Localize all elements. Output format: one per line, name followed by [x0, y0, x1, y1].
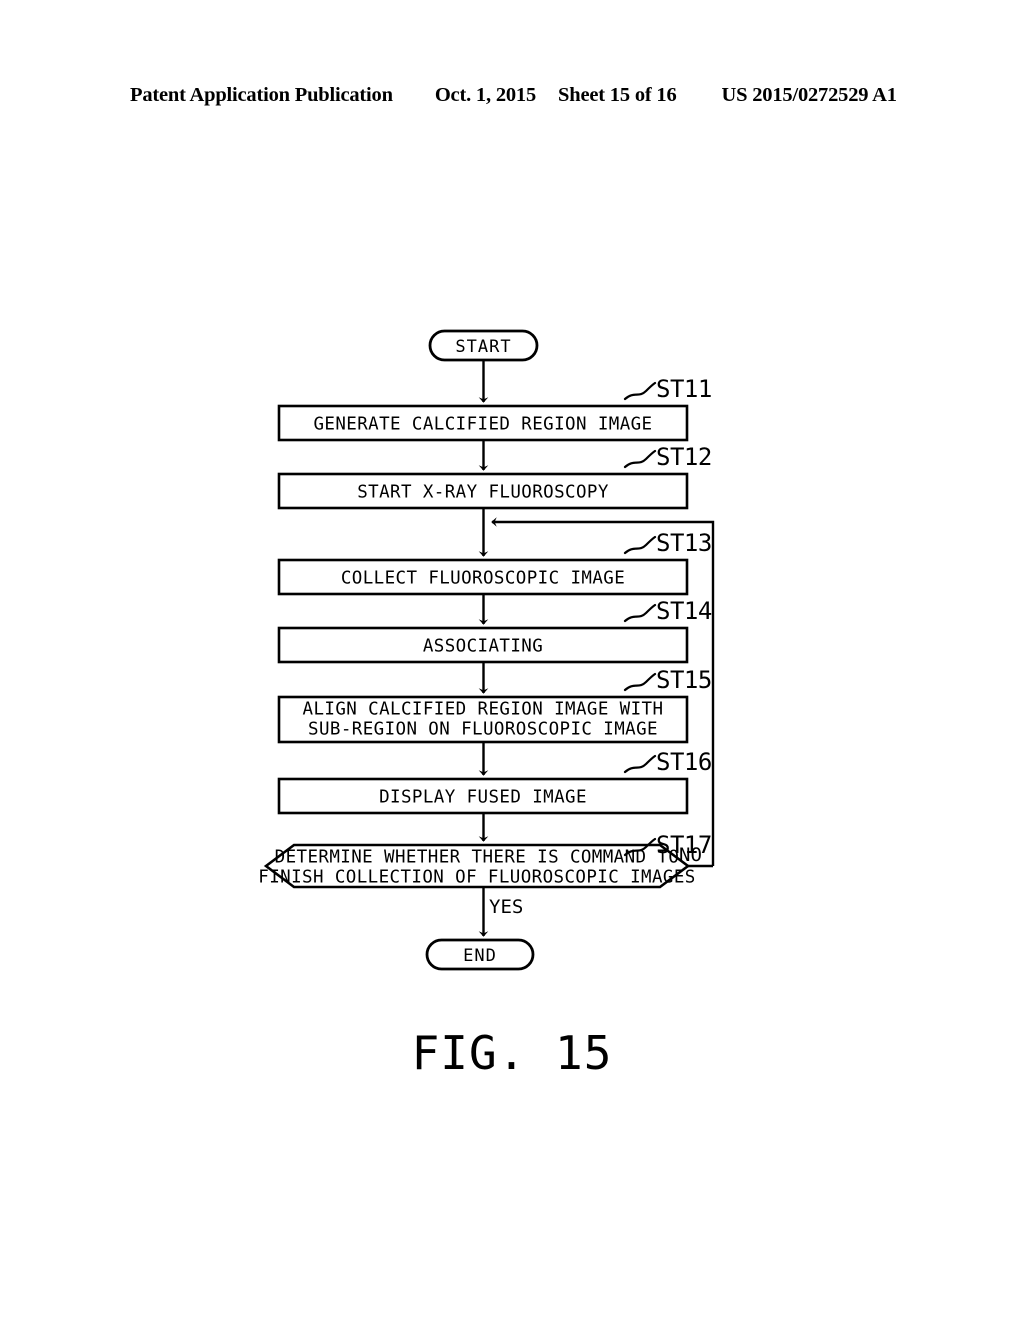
node-st17-label-line2: FINISH COLLECTION OF FLUOROSCOPIC IMAGES: [258, 868, 695, 888]
ref-label-st13: ST13: [656, 529, 712, 557]
ref-leader-st11: ST11: [623, 375, 712, 403]
ref-label-st16: ST16: [656, 748, 712, 776]
node-end: END: [425, 938, 535, 971]
branch-label-yes: YES: [489, 896, 523, 918]
ref-leader-st15: ST15: [623, 666, 712, 694]
ref-leader-st14: ST14: [623, 597, 712, 625]
node-st16: DISPLAY FUSED IMAGE: [277, 777, 689, 815]
node-st12: START X-RAY FLUOROSCOPY: [277, 472, 689, 510]
node-st15-label-line1: ALIGN CALCIFIED REGION IMAGE WITH: [303, 700, 664, 720]
node-st16-label: DISPLAY FUSED IMAGE: [379, 788, 587, 808]
ref-label-st14: ST14: [656, 597, 712, 625]
figure-caption: FIG. 15: [412, 1026, 613, 1080]
branch-label-no: NO: [679, 844, 702, 866]
flowchart-canvas: START GENERATE CALCIFIED REGION IMAGE ST…: [0, 0, 1024, 1320]
node-st12-label: START X-RAY FLUOROSCOPY: [357, 483, 609, 503]
node-start: START: [428, 329, 539, 362]
node-st11: GENERATE CALCIFIED REGION IMAGE: [277, 404, 689, 442]
node-st17-label-line1: DETERMINE WHETHER THERE IS COMMAND TO: [275, 848, 680, 868]
ref-leader-st13: ST13: [623, 529, 712, 557]
ref-label-st11: ST11: [656, 375, 712, 403]
node-end-label: END: [463, 946, 497, 966]
node-st13-label: COLLECT FLUOROSCOPIC IMAGE: [341, 569, 625, 589]
ref-leader-st12: ST12: [623, 443, 712, 471]
node-st13: COLLECT FLUOROSCOPIC IMAGE: [277, 558, 689, 596]
patent-figure-page: Patent Application Publication Oct. 1, 2…: [0, 0, 1024, 1320]
node-start-label: START: [455, 337, 511, 357]
ref-leader-st16: ST16: [623, 748, 712, 776]
node-st15: ALIGN CALCIFIED REGION IMAGE WITH SUB-RE…: [277, 695, 689, 744]
node-st14: ASSOCIATING: [277, 626, 689, 664]
node-st14-label: ASSOCIATING: [423, 637, 543, 657]
ref-label-st15: ST15: [656, 666, 712, 694]
node-st15-label-line2: SUB-REGION ON FLUOROSCOPIC IMAGE: [308, 720, 658, 740]
ref-label-st12: ST12: [656, 443, 712, 471]
node-st11-label: GENERATE CALCIFIED REGION IMAGE: [313, 415, 652, 435]
